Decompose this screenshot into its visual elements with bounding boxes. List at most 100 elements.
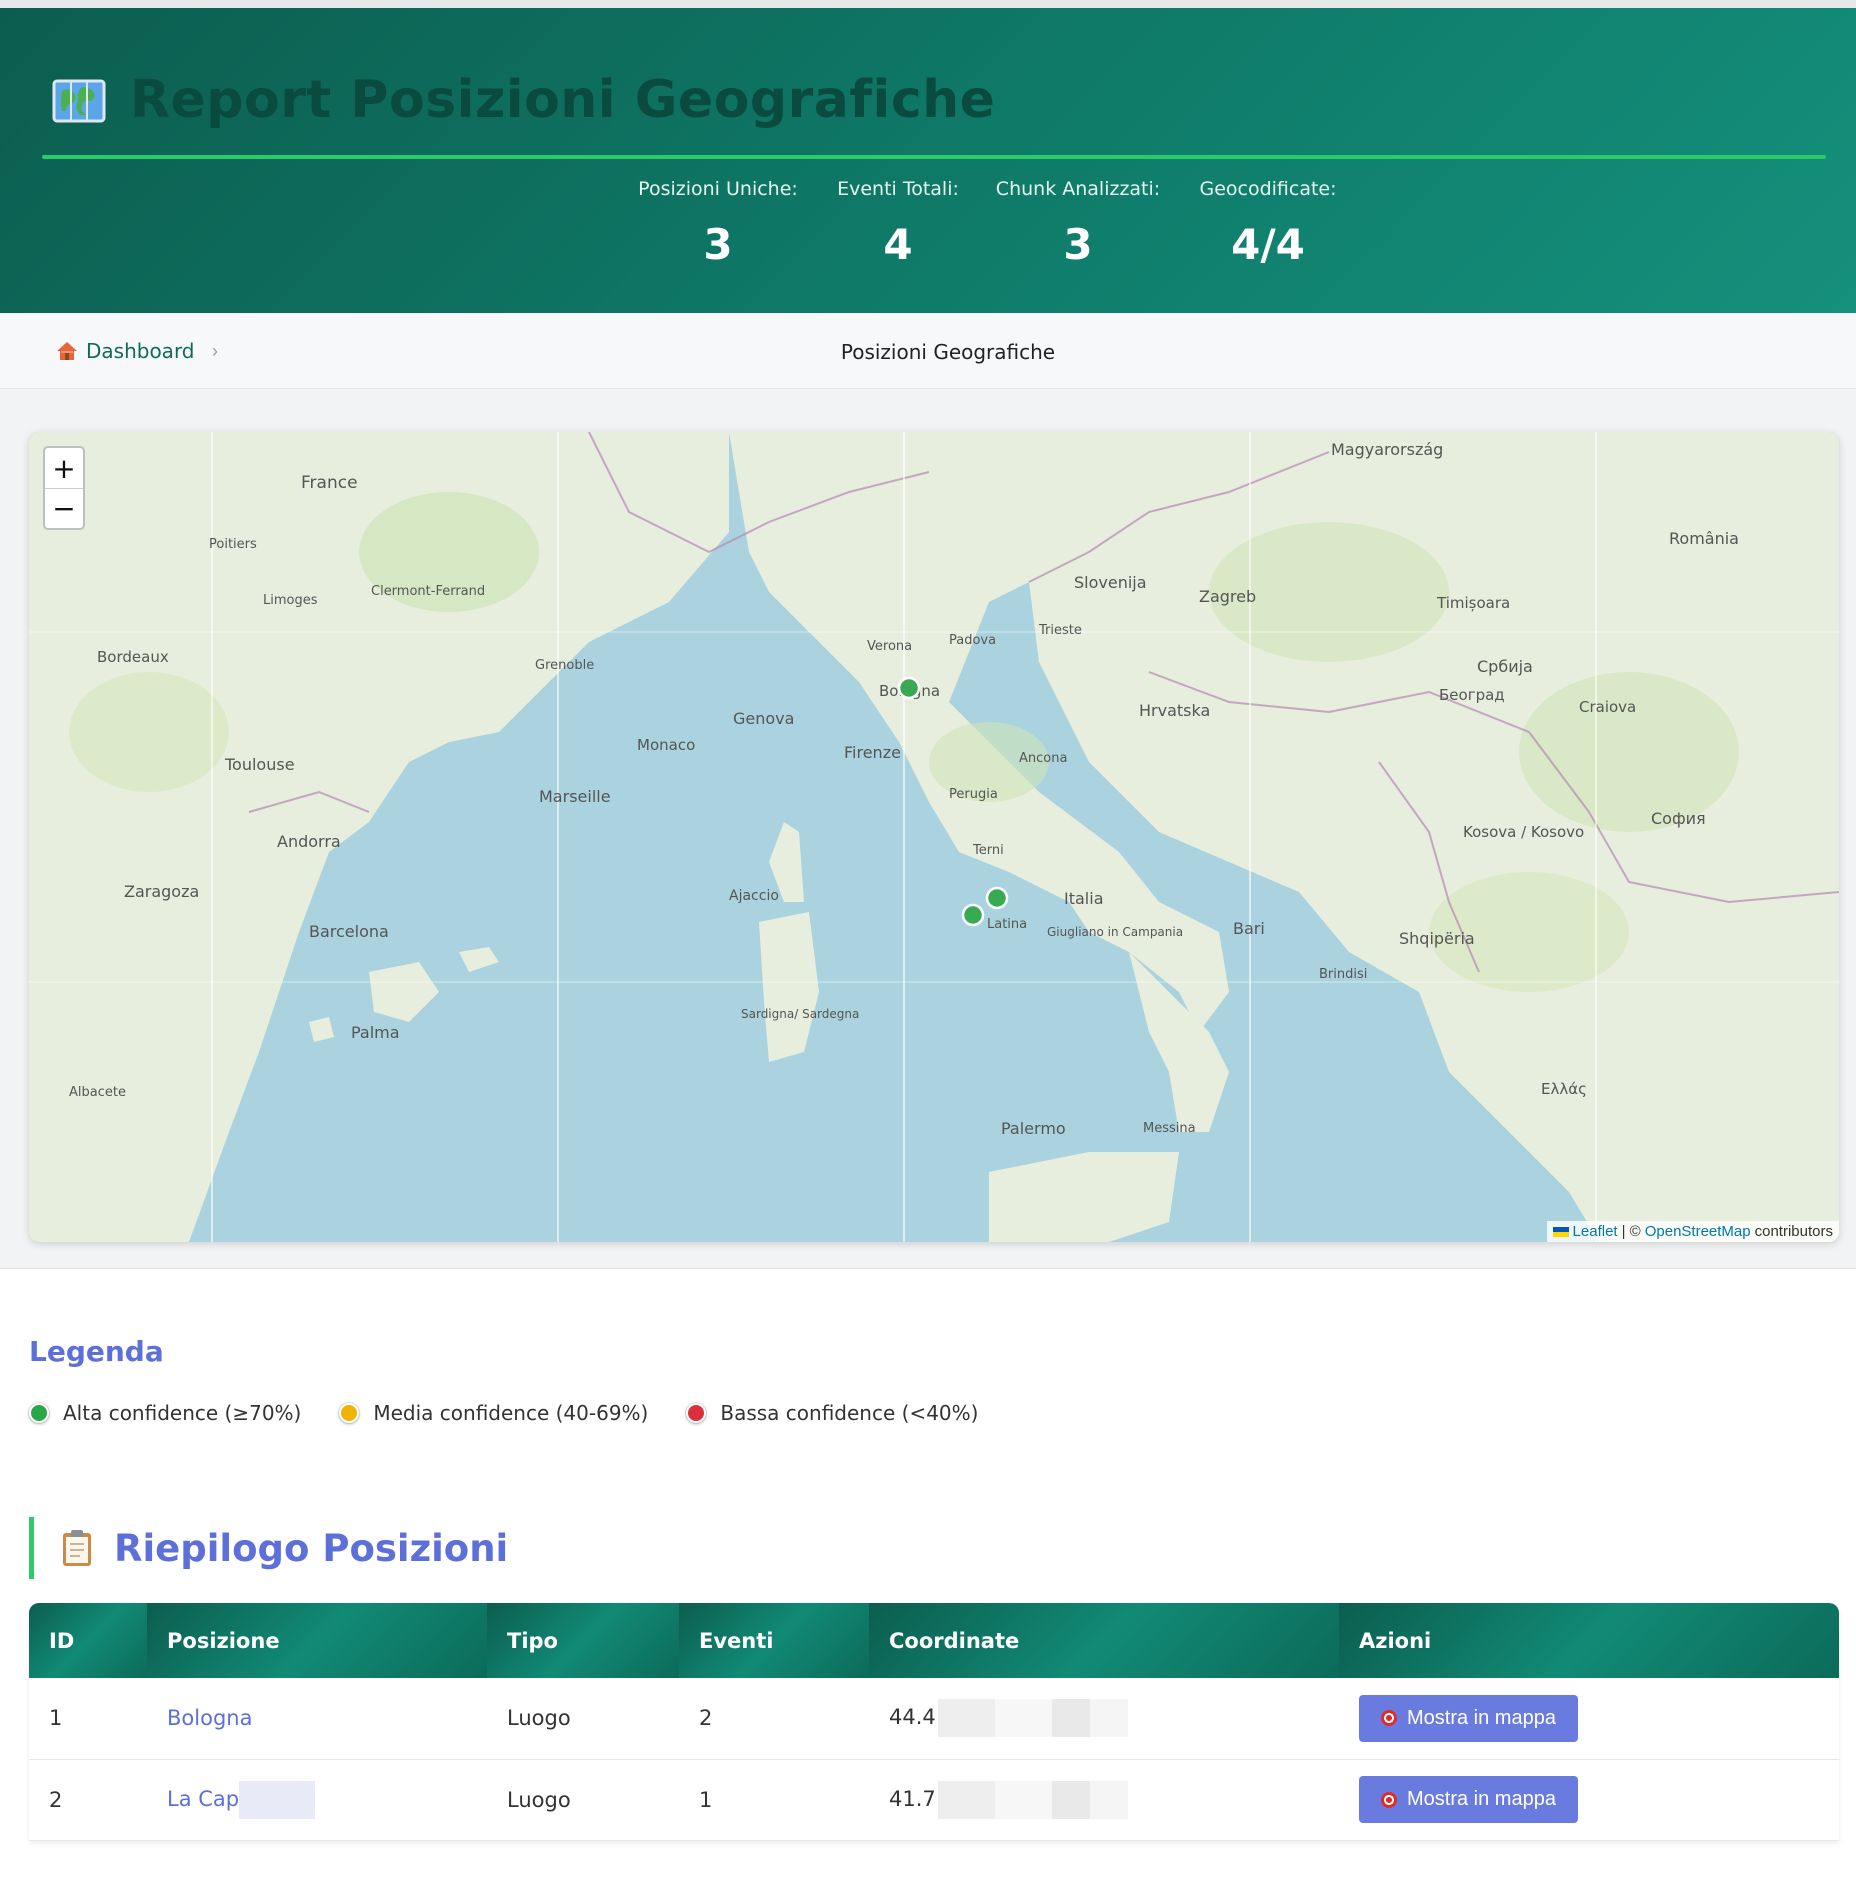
cell-coordinates: 41.7 — [869, 1759, 1339, 1841]
map-label-napoli: Giugliano in Campania — [1047, 925, 1183, 939]
map-label-barcelona: Barcelona — [309, 922, 389, 941]
cell-actions: Mostra in mappa — [1339, 1678, 1839, 1760]
map-marker-roma[interactable] — [985, 886, 1009, 910]
redacted-block — [937, 1699, 1128, 1738]
cell-events: 2 — [679, 1678, 869, 1760]
green-dot-icon — [29, 1403, 49, 1423]
map-label-kosova: Kosova / Kosovo — [1463, 823, 1584, 841]
table-row: 2 La Cap Luogo 1 41.7 Mostra in mappa — [29, 1759, 1839, 1841]
position-link[interactable]: La Cap — [167, 1787, 239, 1811]
zoom-in-button[interactable]: + — [45, 448, 83, 488]
map-attribution: Leaflet | © OpenStreetMap contributors — [1546, 1221, 1839, 1242]
ukraine-flag-icon — [1552, 1226, 1569, 1237]
column-header-events: Eventi — [679, 1603, 869, 1678]
show-on-map-button[interactable]: Mostra in mappa — [1359, 1776, 1578, 1823]
legend-label: Alta confidence (≥70%) — [63, 1401, 302, 1425]
map-label-shqiperia: Shqipëria — [1399, 929, 1475, 948]
legend-label: Bassa confidence (<40%) — [720, 1401, 979, 1425]
button-label: Mostra in mappa — [1407, 1706, 1556, 1729]
cell-position: La Cap — [147, 1759, 487, 1841]
yellow-dot-icon — [339, 1403, 360, 1423]
map-label-palma: Palma — [351, 1023, 400, 1042]
map-label-albacete: Albacete — [69, 1085, 126, 1100]
positions-table: ID Posizione Tipo Eventi Coordinate Azio… — [29, 1603, 1839, 1841]
legend-items: Alta confidence (≥70%) Media confidence … — [29, 1401, 978, 1425]
map-label-palermo: Palermo — [1001, 1119, 1066, 1138]
map-label-poitiers: Poitiers — [209, 537, 257, 552]
map-tiles[interactable]: France Bordeaux Toulouse Marseille Monac… — [29, 432, 1839, 1242]
position-link[interactable]: Bologna — [167, 1706, 252, 1730]
show-on-map-button[interactable]: Mostra in mappa — [1359, 1694, 1578, 1742]
openstreetmap-link[interactable]: OpenStreetMap — [1645, 1223, 1751, 1240]
coordinates-value: 41.7 — [889, 1786, 936, 1811]
breadcrumb: Dashboard › Posizioni Geografiche — [0, 313, 1856, 389]
map-label-france: France — [301, 473, 358, 493]
zoom-control: + − — [43, 446, 85, 530]
map-label-ellas: Ελλάς — [1541, 1080, 1587, 1098]
map-label-verona: Verona — [867, 639, 912, 654]
map-label-perugia: Perugia — [949, 787, 998, 802]
stat-value: 3 — [1063, 220, 1093, 269]
header-divider — [42, 155, 1826, 159]
cell-coordinates: 44.4 — [869, 1678, 1339, 1760]
column-header-position: Posizione — [147, 1603, 487, 1678]
column-header-coordinates: Coordinate — [869, 1603, 1339, 1678]
stat-value: 4 — [883, 220, 913, 269]
map-label-craiova: Craiova — [1579, 698, 1636, 716]
stat-unique-positions: Posizioni Uniche: 3 — [628, 178, 808, 269]
map-label-zaragoza: Zaragoza — [124, 882, 199, 901]
legend-item-high: Alta confidence (≥70%) — [29, 1401, 301, 1425]
map-label-magyarorszag: Magyarország — [1331, 440, 1443, 459]
map-label-zagreb: Zagreb — [1199, 587, 1256, 606]
map-section: France Bordeaux Toulouse Marseille Monac… — [0, 389, 1856, 1269]
stat-total-events: Eventi Totali: 4 — [808, 178, 988, 269]
map-marker-bologna[interactable] — [897, 676, 921, 700]
attribution-separator: | © — [1621, 1223, 1641, 1240]
summary-title: Riepilogo Posizioni — [29, 1517, 508, 1579]
map-marker-roma-south[interactable] — [961, 903, 985, 927]
zoom-out-button[interactable]: − — [45, 488, 83, 528]
browser-top-strip — [0, 0, 1856, 8]
summary-heading: Riepilogo Posizioni — [114, 1526, 509, 1570]
map-label-terni: Terni — [972, 843, 1004, 858]
legend-title: Legenda — [29, 1335, 164, 1368]
breadcrumb-current: Posizioni Geografiche — [840, 340, 1056, 364]
map-label-trieste: Trieste — [1038, 623, 1082, 638]
map-label-toulouse: Toulouse — [224, 755, 295, 774]
map-label-monaco: Monaco — [637, 736, 695, 754]
table-row: 1 Bologna Luogo 2 44.4 Mostra in mappa — [29, 1678, 1839, 1760]
column-header-type: Tipo — [487, 1603, 679, 1678]
map-label-marseille: Marseille — [539, 787, 611, 806]
cell-actions: Mostra in mappa — [1339, 1759, 1839, 1841]
map-label-italia: Italia — [1064, 889, 1104, 908]
cell-id: 1 — [29, 1678, 147, 1760]
target-icon — [1381, 1791, 1397, 1808]
column-header-actions: Azioni — [1339, 1603, 1839, 1678]
stat-label: Posizioni Uniche: — [638, 178, 798, 200]
map-label-limoges: Limoges — [263, 593, 318, 608]
stat-geocoded: Geocodificate: 4/4 — [1168, 178, 1368, 269]
map-label-slovenija: Slovenija — [1074, 573, 1147, 592]
stat-label: Geocodificate: — [1199, 178, 1337, 200]
map-label-beograd: Београд — [1439, 686, 1505, 704]
map-label-ancona: Ancona — [1019, 751, 1067, 766]
page-title: Report Posizioni Geografiche — [130, 70, 996, 130]
map-label-bordeaux: Bordeaux — [97, 648, 169, 666]
cell-position: Bologna — [147, 1678, 487, 1760]
legend-item-low: Bassa confidence (<40%) — [686, 1401, 978, 1425]
map-label-messina: Messina — [1143, 1121, 1196, 1136]
cell-events: 1 — [679, 1759, 869, 1841]
map-label-andorra: Andorra — [277, 832, 341, 851]
map-label-brindisi: Brindisi — [1319, 967, 1367, 982]
map-label-srbija: Србија — [1477, 657, 1533, 676]
cell-type: Luogo — [487, 1759, 679, 1841]
cell-type: Luogo — [487, 1678, 679, 1760]
map-label-hrvatska: Hrvatska — [1139, 701, 1210, 720]
leaflet-link[interactable]: Leaflet — [1573, 1223, 1618, 1240]
map-container[interactable]: France Bordeaux Toulouse Marseille Monac… — [29, 432, 1839, 1242]
legend-section: Legenda Alta confidence (≥70%) Media con… — [0, 1269, 1856, 1509]
stats-row: Posizioni Uniche: 3 Eventi Totali: 4 Chu… — [0, 178, 1856, 269]
redacted-block — [239, 1780, 316, 1819]
clipboard-icon — [63, 1530, 91, 1566]
stat-chunks-analyzed: Chunk Analizzati: 3 — [988, 178, 1168, 269]
